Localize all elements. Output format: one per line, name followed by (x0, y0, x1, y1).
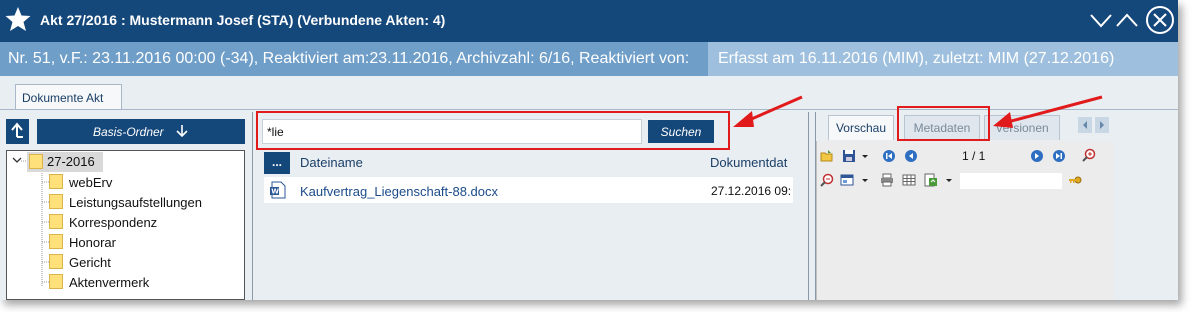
tab-divider (0, 109, 1178, 110)
chevron-right-icon (1100, 121, 1104, 129)
last-page-icon[interactable] (1052, 149, 1066, 163)
next-page-icon[interactable] (1030, 149, 1044, 163)
column-header-dateiname[interactable]: Dateiname (300, 155, 363, 170)
folder-icon (49, 274, 63, 289)
splitter-left[interactable] (252, 112, 253, 300)
preview-panel (816, 141, 1114, 300)
key-icon[interactable] (1068, 173, 1082, 187)
folder-icon (49, 214, 63, 229)
page-number-input[interactable] (960, 173, 1062, 189)
save-icon[interactable] (842, 149, 856, 163)
folder-icon (49, 194, 63, 209)
tree-item-label: Leistungsaufstellungen (69, 195, 202, 210)
folder-icon (49, 234, 63, 249)
export-icon[interactable] (924, 173, 938, 187)
metadaten-highlight-box (897, 106, 990, 141)
tree-item-label: 27-2016 (47, 154, 95, 169)
column-menu-button[interactable]: ... (264, 152, 290, 174)
tree-item-label: Korrespondenz (69, 215, 158, 230)
grid-icon[interactable] (902, 173, 916, 187)
window-title: Akt 27/2016 : Mustermann Josef (STA) (Ve… (40, 12, 446, 28)
dropdown-arrow-icon[interactable] (858, 149, 872, 163)
folder-icon (29, 154, 43, 169)
folder-icon (49, 254, 63, 269)
chevron-down-icon[interactable] (1088, 8, 1114, 32)
page-count: 1 / 1 (962, 149, 986, 163)
splitter-right-a[interactable] (808, 112, 809, 300)
tree-item-label: Gericht (69, 255, 111, 270)
open-folder-icon[interactable] (820, 149, 834, 163)
folder-icon (49, 174, 63, 189)
zoom-out-icon[interactable] (820, 173, 834, 187)
arrow-down-icon (176, 125, 188, 138)
info-text-right: Erfasst am 16.11.2016 (MIM), zuletzt: MI… (708, 42, 1178, 76)
table-header: ... Dateiname Dokumentdat (262, 150, 793, 174)
search-highlight-box (256, 111, 730, 150)
tree-item-label: Aktenvermerk (69, 275, 150, 290)
print-icon[interactable] (880, 173, 894, 187)
tree-item-label: webErv (69, 175, 113, 190)
title-bar: Akt 27/2016 : Mustermann Josef (STA) (Ve… (0, 0, 1178, 42)
previous-page-icon[interactable] (904, 149, 918, 163)
arrow-up-icon (11, 122, 23, 138)
word-document-icon: W (270, 181, 286, 199)
close-button[interactable] (1146, 6, 1174, 34)
info-text-left: Nr. 51, v.F.: 23.11.2016 00:00 (-34), Re… (8, 50, 690, 67)
folder-up-button[interactable] (6, 119, 29, 144)
tabs-scroll-right[interactable] (1095, 117, 1109, 133)
document-name[interactable]: Kaufvertrag_Liegenschaft-88.docx (300, 184, 498, 199)
close-icon (1153, 13, 1167, 27)
tab-vorschau[interactable]: Vorschau (828, 115, 894, 140)
basis-ordner-label: Basis-Ordner (92, 125, 164, 139)
tab-versionen[interactable]: Versionen (984, 115, 1060, 140)
column-header-dokumentdatum[interactable]: Dokumentdat (710, 155, 787, 170)
app-window: Akt 27/2016 : Mustermann Josef (STA) (Ve… (0, 0, 1178, 300)
first-page-icon[interactable] (882, 149, 896, 163)
tree-item-label: Honorar (69, 235, 116, 250)
tabs-scroll-left[interactable] (1078, 117, 1092, 133)
info-bar: Nr. 51, v.F.: 23.11.2016 00:00 (-34), Re… (0, 42, 1178, 76)
chevron-up-icon[interactable] (1114, 8, 1140, 32)
table-row[interactable]: W Kaufvertrag_Liegenschaft-88.docx 27.12… (264, 177, 793, 203)
basis-ordner-button[interactable]: Basis-Ordner (37, 119, 245, 144)
chevron-left-icon (1083, 121, 1087, 129)
folder-tree: 27-2016 webErv Leistungsaufstellungen Ko… (6, 150, 245, 300)
view-mode-icon[interactable] (840, 173, 854, 187)
dropdown-arrow-icon[interactable] (858, 173, 872, 187)
star-icon[interactable] (4, 5, 32, 33)
dropdown-arrow-icon[interactable] (942, 173, 956, 187)
svg-text:W: W (271, 188, 279, 196)
zoom-in-icon[interactable] (1082, 148, 1096, 162)
document-date: 27.12.2016 09: (711, 184, 792, 198)
tab-dokumente-akt[interactable]: Dokumente Akt (15, 84, 122, 110)
tree-item-root[interactable]: 27-2016 (27, 152, 103, 172)
